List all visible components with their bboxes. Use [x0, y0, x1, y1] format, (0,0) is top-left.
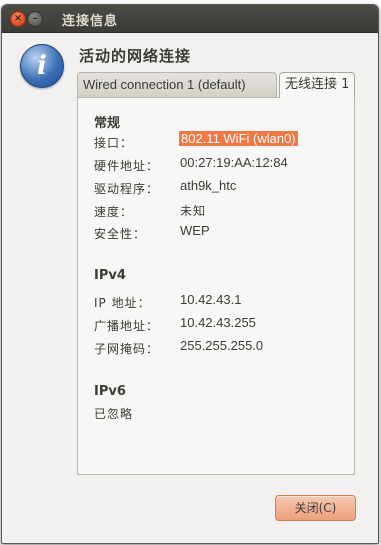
- hardware-address-label: 硬件地址：: [94, 159, 160, 173]
- close-button[interactable]: 关闭(C): [275, 495, 356, 521]
- subnet-mask-label: 子网掩码：: [94, 342, 160, 356]
- driver-label: 驱动程序：: [94, 182, 160, 196]
- tab-wireless-connection[interactable]: 无线连接 1: [279, 72, 355, 98]
- ipv6-section-title: IPv6: [94, 384, 126, 399]
- ip-address-value[interactable]: 10.42.43.1: [180, 292, 241, 307]
- interface-label: 接口：: [94, 136, 134, 150]
- ip-address-label: IP 地址：: [94, 296, 151, 310]
- title-bar[interactable]: × – 连接信息: [2, 5, 378, 33]
- broadcast-address-value[interactable]: 10.42.43.255: [180, 315, 256, 330]
- interface-value[interactable]: 802.11 WiFi (wlan0): [179, 131, 298, 146]
- speed-label: 速度：: [94, 205, 134, 219]
- hardware-address-value[interactable]: 00:27:19:AA:12:84: [180, 155, 288, 170]
- subnet-mask-value[interactable]: 255.255.255.0: [180, 338, 263, 353]
- ipv4-section-title: IPv4: [94, 268, 126, 283]
- ipv6-status: 已忽略: [94, 407, 134, 421]
- window-title: 连接信息: [62, 14, 119, 29]
- broadcast-address-label: 广播地址：: [94, 319, 160, 333]
- close-icon[interactable]: ×: [10, 11, 26, 27]
- tab-wired-connection[interactable]: Wired connection 1 (default): [77, 72, 277, 97]
- minimize-icon[interactable]: –: [27, 11, 43, 27]
- security-value[interactable]: WEP: [180, 223, 210, 238]
- driver-value[interactable]: ath9k_htc: [180, 178, 236, 193]
- page-title: 活动的网络连接: [79, 47, 192, 65]
- security-label: 安全性：: [94, 227, 147, 241]
- general-section-title: 常规: [94, 116, 121, 131]
- speed-value[interactable]: 未知: [180, 202, 206, 219]
- info-icon: i: [20, 44, 64, 88]
